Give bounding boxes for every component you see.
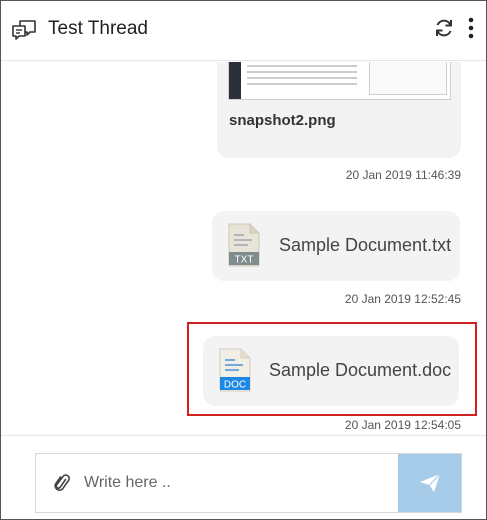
send-button[interactable] [398,454,461,512]
txt-file-icon: TXT [228,223,260,267]
message-timestamp: 20 Jan 2019 12:52:45 [344,292,461,306]
message-timestamp: 20 Jan 2019 11:46:39 [345,168,461,182]
highlight-box [187,322,477,416]
message-input[interactable] [84,454,396,512]
paper-plane-icon [420,473,441,492]
txt-badge-label: TXT [235,255,254,266]
page-title: Test Thread [48,18,148,39]
message-composer [1,435,486,519]
message-list[interactable]: snapshot2.png 20 Jan 2019 11:46:39 TXT S… [1,62,486,434]
image-message-bubble[interactable]: snapshot2.png [217,62,461,158]
chat-window: Test Thread snapshot2.png 20 Jan 2019 11… [0,0,487,520]
file-name: Sample Document.txt [279,235,452,255]
chat-bubbles-icon [12,20,36,40]
more-vertical-icon[interactable] [466,16,476,40]
file-message-bubble[interactable]: TXT Sample Document.txt [212,211,460,281]
refresh-icon[interactable] [433,17,455,39]
image-file-name: snapshot2.png [229,112,336,129]
thread-header: Test Thread [1,1,486,61]
message-timestamp: 20 Jan 2019 12:54:05 [344,418,461,432]
paperclip-icon[interactable] [54,473,70,493]
image-thumbnail[interactable] [228,62,451,100]
composer-input-wrapper [35,453,462,513]
